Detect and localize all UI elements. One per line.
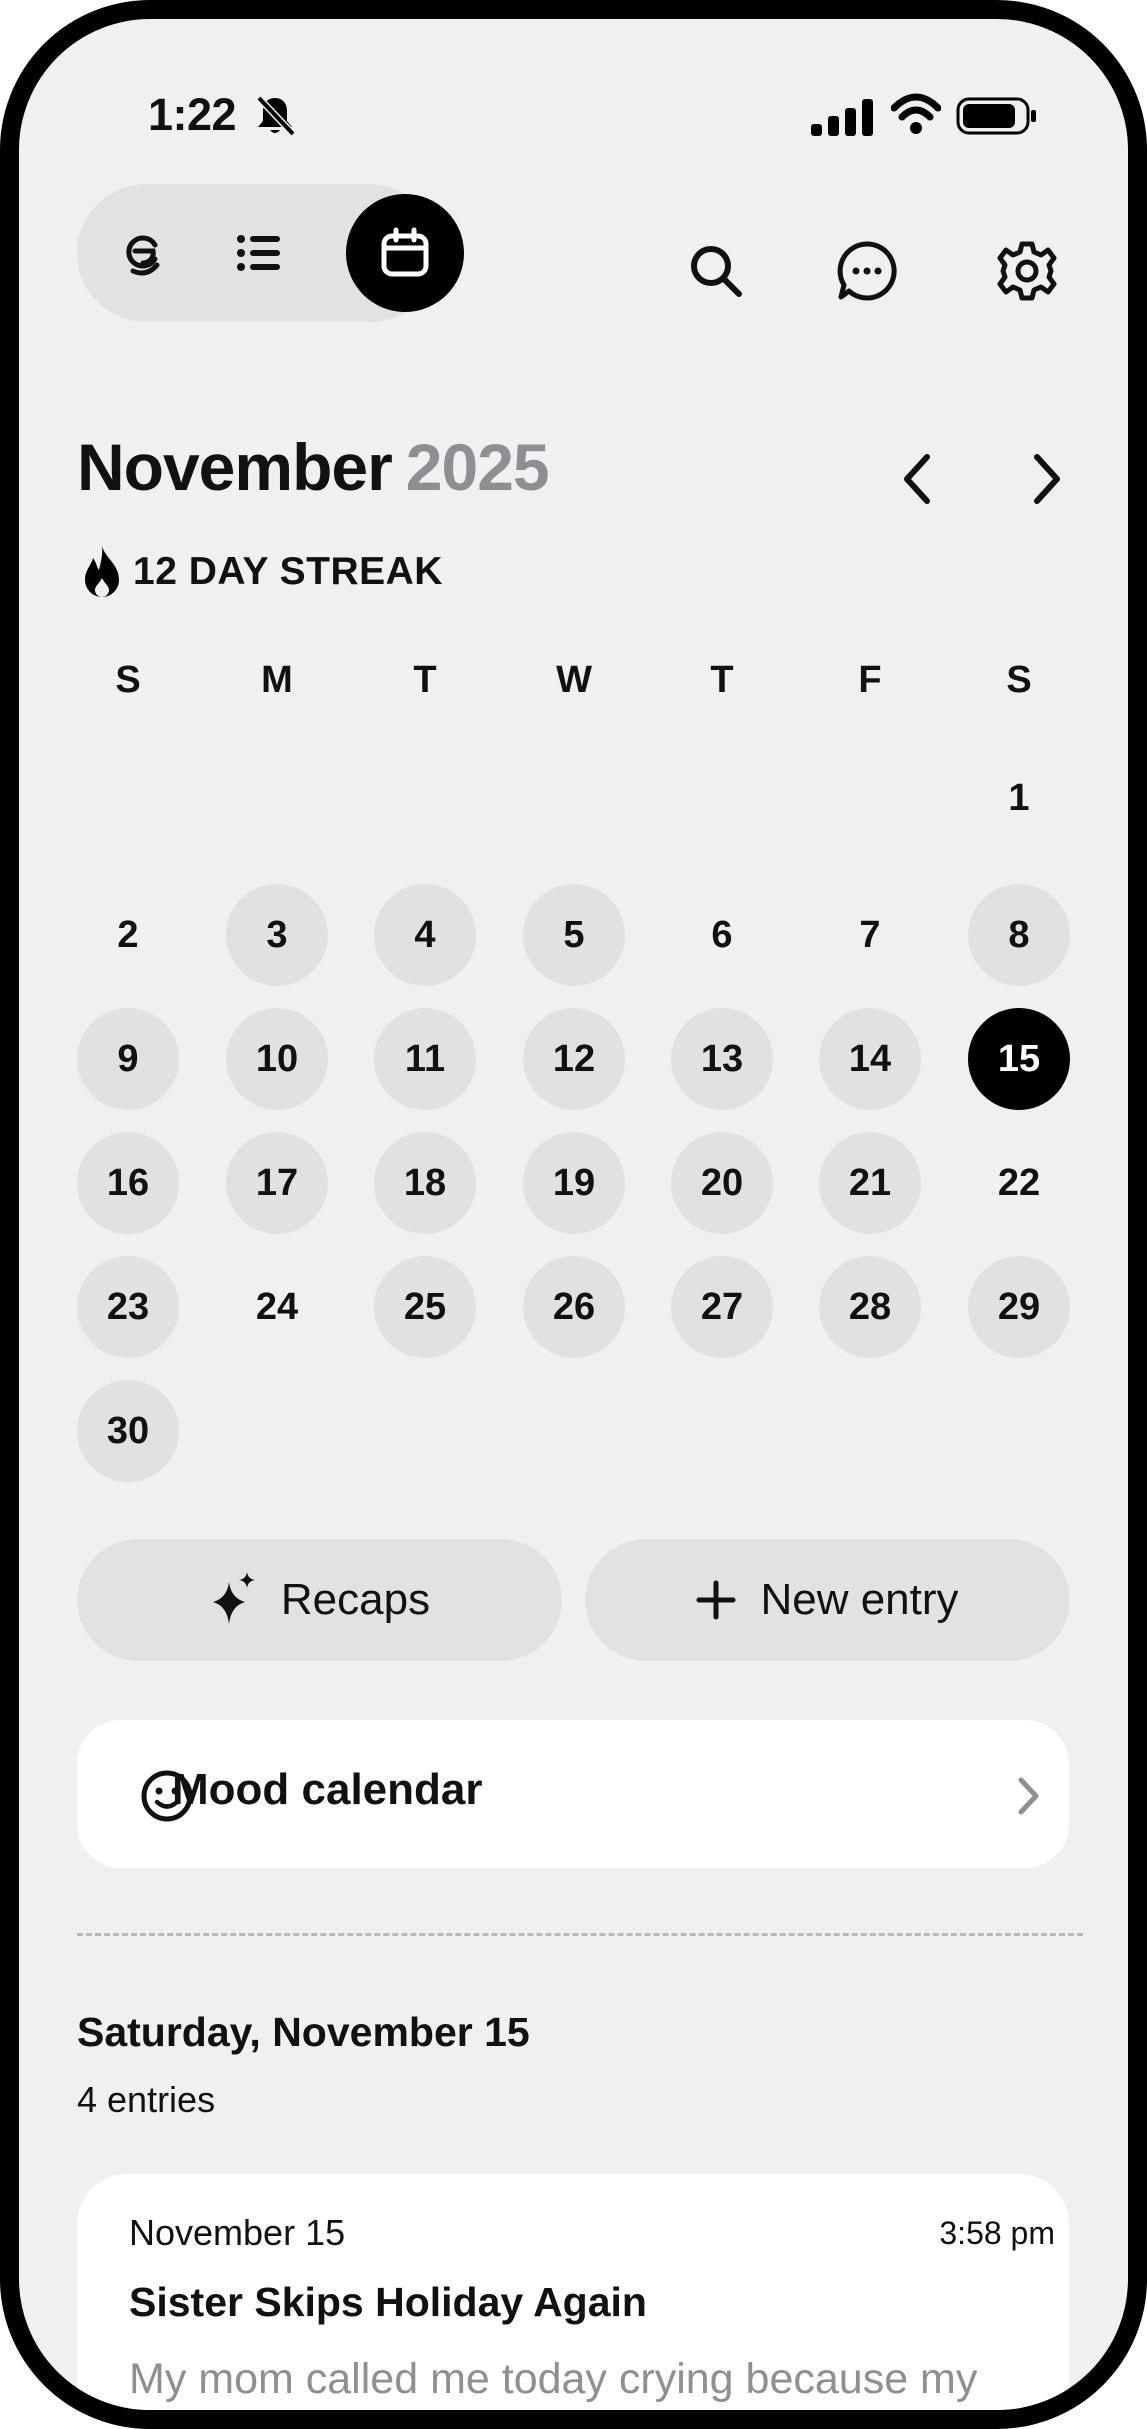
- calendar-day-2[interactable]: 2: [77, 884, 179, 986]
- calendar-day-15[interactable]: 15: [968, 1008, 1070, 1110]
- flame-icon: [85, 546, 119, 597]
- list-view-button[interactable]: [200, 194, 318, 312]
- calendar-icon: [381, 227, 429, 277]
- calendar-day-17[interactable]: 17: [226, 1132, 328, 1234]
- recaps-label: Recaps: [280, 1575, 431, 1624]
- weekday-label: T: [413, 659, 437, 701]
- gear-icon: [997, 241, 1057, 301]
- wifi-icon: [891, 93, 941, 134]
- entry-date: November 15: [129, 2212, 346, 2253]
- weekday-label: F: [858, 659, 882, 701]
- calendar-day-18[interactable]: 18: [374, 1132, 476, 1234]
- weekday-label: T: [710, 659, 734, 701]
- search-icon: [691, 246, 742, 297]
- month-name: November: [77, 430, 393, 504]
- calendar-day-14[interactable]: 14: [819, 1008, 921, 1110]
- bell-muted-icon: [256, 95, 296, 137]
- calendar-day-30[interactable]: 30: [77, 1380, 179, 1482]
- calendar-day-8[interactable]: 8: [968, 884, 1070, 986]
- calendar-day-27[interactable]: 27: [671, 1256, 773, 1358]
- next-month-button[interactable]: [1012, 444, 1082, 514]
- calendar-day-4[interactable]: 4: [374, 884, 476, 986]
- phone-frame: 1:22 November 2025 12 DAY STREAK S M T W…: [0, 0, 1147, 2429]
- entry-title: Sister Skips Holiday Again: [129, 2279, 647, 2325]
- sparkles-icon: [212, 1572, 255, 1624]
- entry-time: 3:58 pm: [939, 2215, 1055, 2251]
- calendar-day-29[interactable]: 29: [968, 1256, 1070, 1358]
- chevron-right-icon: [1018, 1777, 1039, 1815]
- previous-month-button[interactable]: [882, 444, 952, 514]
- selected-date-title: Saturday, November 15: [77, 2009, 530, 2055]
- recaps-button[interactable]: Recaps: [77, 1539, 562, 1661]
- calendar-day-28[interactable]: 28: [819, 1256, 921, 1358]
- chevron-right-icon: [1034, 454, 1060, 504]
- weekday-label: S: [1006, 659, 1032, 701]
- chevron-left-icon: [904, 454, 930, 504]
- status-time: 1:22: [148, 89, 237, 140]
- calendar-day-21[interactable]: 21: [819, 1132, 921, 1234]
- home-view-button[interactable]: [84, 194, 202, 312]
- weekday-label: S: [115, 659, 141, 701]
- chat-button[interactable]: [831, 235, 903, 307]
- calendar-day-25[interactable]: 25: [374, 1256, 476, 1358]
- calendar-day-5[interactable]: 5: [523, 884, 625, 986]
- settings-button[interactable]: [991, 235, 1063, 307]
- streak-label: 12 DAY STREAK: [133, 550, 443, 593]
- divider: [77, 1933, 1083, 1936]
- new-entry-button[interactable]: New entry: [585, 1539, 1070, 1661]
- calendar-day-1[interactable]: 1: [968, 747, 1070, 849]
- app-logo-icon: [126, 235, 160, 276]
- battery-icon: [956, 97, 1036, 135]
- calendar-day-11[interactable]: 11: [374, 1008, 476, 1110]
- calendar-day-9[interactable]: 9: [77, 1008, 179, 1110]
- calendar-day-26[interactable]: 26: [523, 1256, 625, 1358]
- calendar-day-19[interactable]: 19: [523, 1132, 625, 1234]
- month-title: November 2025: [77, 429, 550, 505]
- cellular-signal-icon: [811, 99, 873, 136]
- calendar-day-7[interactable]: 7: [819, 884, 921, 986]
- calendar-view-button[interactable]: [346, 194, 464, 312]
- new-entry-label: New entry: [760, 1575, 959, 1624]
- plus-icon: [696, 1580, 736, 1620]
- view-switcher: [77, 184, 464, 322]
- calendar-day-6[interactable]: 6: [671, 884, 773, 986]
- weekday-label: M: [261, 659, 293, 701]
- calendar-day-16[interactable]: 16: [77, 1132, 179, 1234]
- search-button[interactable]: [680, 235, 752, 307]
- calendar-day-12[interactable]: 12: [523, 1008, 625, 1110]
- list-icon: [237, 235, 280, 271]
- calendar-day-13[interactable]: 13: [671, 1008, 773, 1110]
- weekday-label: W: [556, 659, 592, 701]
- calendar-day-3[interactable]: 3: [226, 884, 328, 986]
- calendar-day-10[interactable]: 10: [226, 1008, 328, 1110]
- mood-calendar-label: Mood calendar: [172, 1765, 483, 1814]
- entry-count: 4 entries: [77, 2079, 216, 2120]
- year-label: 2025: [405, 430, 550, 504]
- calendar-day-22[interactable]: 22: [968, 1132, 1070, 1234]
- calendar-day-23[interactable]: 23: [77, 1256, 179, 1358]
- calendar-day-20[interactable]: 20: [671, 1132, 773, 1234]
- chat-bubble-icon: [837, 241, 897, 301]
- entry-preview: My mom called me today crying because my…: [129, 2355, 978, 2403]
- calendar-day-24[interactable]: 24: [226, 1256, 328, 1358]
- streak-indicator: 12 DAY STREAK: [79, 544, 443, 600]
